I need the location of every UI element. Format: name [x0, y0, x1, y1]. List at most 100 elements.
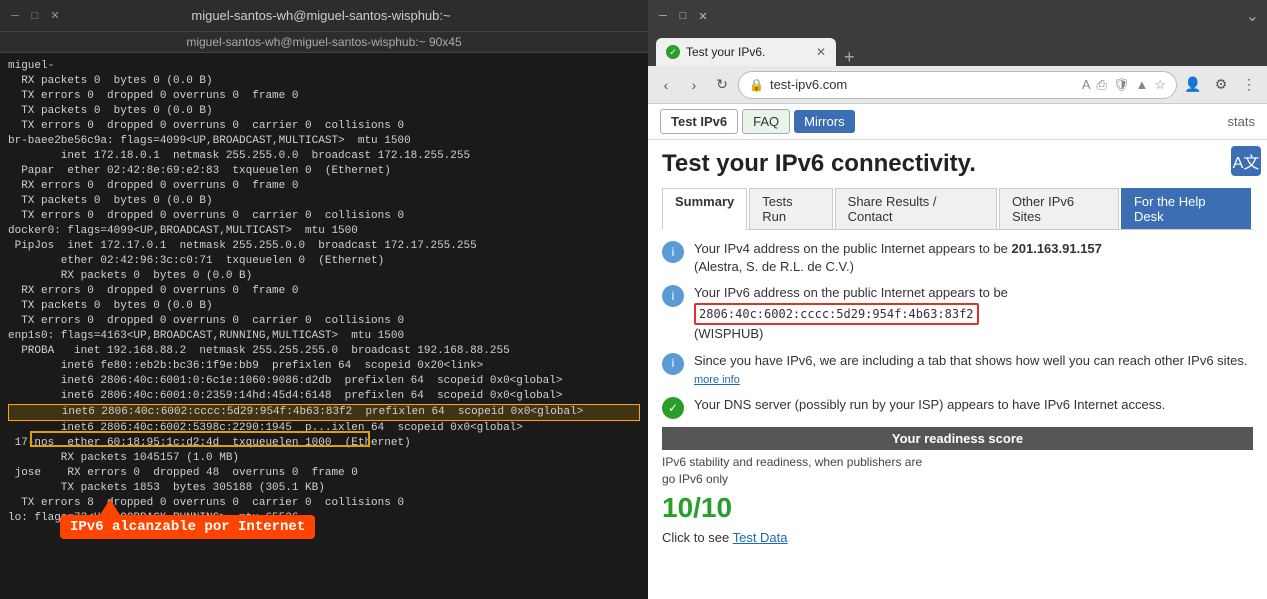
terminal-line: enp1s0: flags=4163<UP,BROADCAST,RUNNING,… [8, 329, 640, 344]
result-tabs: Summary Tests Run Share Results / Contac… [662, 188, 1253, 230]
terminal-body[interactable]: miguel- RX packets 0 bytes 0 (0.0 B) TX … [0, 53, 648, 599]
terminal-line: TX errors 0 dropped 0 overruns 0 carrier… [8, 119, 640, 134]
more-info-link[interactable]: more info [694, 374, 740, 386]
browser-panel: ─ □ ✕ ⌄ ✓ Test your IPv6. ✕ + ‹ › ↻ 🔒 te… [648, 0, 1267, 599]
terminal-line: TX packets 0 bytes 0 (0.0 B) [8, 194, 640, 209]
bookmark-icon[interactable]: ☆ [1154, 77, 1166, 93]
terminal-line: inet6 2806:40c:6001:0:2359:14hd:45d4:614… [8, 389, 640, 404]
site-nav-mirrors[interactable]: Mirrors [794, 110, 854, 133]
tab-tests-run[interactable]: Tests Run [749, 188, 832, 229]
browser-maximize-button[interactable]: □ [676, 9, 690, 23]
terminal-line: TX errors 8 dropped 0 overruns 0 carrier… [8, 496, 640, 511]
browser-titlebar: ─ □ ✕ ⌄ [648, 0, 1267, 32]
result-dns: ✓ Your DNS server (possibly run by your … [662, 396, 1253, 419]
check-icon-dns: ✓ [662, 397, 684, 419]
terminal-line: RX packets 1045157 (1.0 MB) [8, 451, 640, 466]
brave-shield-icon[interactable]: 🛡 [1113, 77, 1130, 93]
terminal-line: inet6 2806:40c:6002:5398c:2290:1945 p...… [8, 421, 640, 436]
result-ipv6: i Your IPv6 address on the public Intern… [662, 284, 1253, 343]
test-data-label: Click to see [662, 530, 729, 545]
terminal-subtitle: miguel-santos-wh@miguel-santos-wisphub:~… [0, 32, 648, 53]
terminal-title: miguel-santos-wh@miguel-santos-wisphub:~ [62, 8, 580, 23]
site-nav-stats[interactable]: stats [1228, 114, 1255, 129]
reload-button[interactable]: ↻ [710, 73, 734, 97]
terminal-maximize-button[interactable]: □ [28, 9, 42, 23]
menu-icon[interactable]: ⋮ [1237, 73, 1261, 97]
dns-text: Your DNS server (possibly run by your IS… [694, 396, 1253, 414]
browser-toolbar: ‹ › ↻ 🔒 test-ipv6.com A ⎙ 🛡 ▲ ☆ 👤 ⚙ ⋮ [648, 66, 1267, 104]
terminal-line: TX errors 0 dropped 0 overruns 0 frame 0 [8, 89, 640, 104]
terminal-titlebar: ─ □ ✕ miguel-santos-wh@miguel-santos-wis… [0, 0, 648, 32]
active-tab[interactable]: ✓ Test your IPv6. ✕ [656, 38, 836, 66]
extensions-icon[interactable]: ⚙ [1209, 73, 1233, 97]
translate-addr-icon[interactable]: A [1082, 77, 1091, 92]
back-button[interactable]: ‹ [654, 73, 678, 97]
terminal-panel: ─ □ ✕ miguel-santos-wh@miguel-santos-wis… [0, 0, 648, 599]
toolbar-right: 👤 ⚙ ⋮ [1181, 73, 1261, 97]
new-tab-button[interactable]: + [844, 48, 855, 66]
terminal-close-button[interactable]: ✕ [48, 9, 62, 23]
terminal-line: inet 127.0.0.1 netmask 255.0.0.0 [8, 526, 640, 541]
terminal-line: PROBA inet 192.168.88.2 netmask 255.255.… [8, 344, 640, 359]
result-ipv4: i Your IPv4 address on the public Intern… [662, 240, 1253, 276]
site-navigation: Test IPv6 FAQ Mirrors stats [648, 104, 1267, 140]
site-nav-faq[interactable]: FAQ [742, 109, 790, 134]
tab-summary[interactable]: Summary [662, 188, 747, 230]
tab-other-sites[interactable]: Other IPv6 Sites [999, 188, 1119, 229]
terminal-line: inet6 2806:40c:6002:cccc:5d29:954f:4b63:… [8, 404, 640, 421]
browser-window-controls: ─ □ ✕ [656, 9, 710, 23]
terminal-line: 17-nos ether 60:18:95:1c:d2:4d txqueuele… [8, 436, 640, 451]
tab-bar: ✓ Test your IPv6. ✕ + [648, 32, 1267, 66]
share-icon[interactable]: ⎙ [1097, 77, 1107, 93]
terminal-line: TX packets 1853 bytes 305188 (305.1 KB) [8, 481, 640, 496]
terminal-line: TX errors 0 dropped 0 overruns 0 carrier… [8, 209, 640, 224]
terminal-line: RX packets 0 bytes 0 (0.0 B) [8, 74, 640, 89]
translate-icon[interactable]: A文 [1231, 146, 1261, 176]
terminal-line: TX errors 0 dropped 0 overruns 0 carrier… [8, 314, 640, 329]
browser-close-button[interactable]: ✕ [696, 9, 710, 23]
terminal-line: inet6 2806:40c:6001:0:6c1e:1060:9086:d2d… [8, 374, 640, 389]
info-icon-ipv4: i [662, 241, 684, 263]
security-icon: 🔒 [749, 78, 764, 92]
result-ipv6-sites: i Since you have IPv6, we are including … [662, 352, 1253, 389]
terminal-line: miguel- [8, 59, 640, 74]
browser-tab-extras: ⌄ [1246, 6, 1259, 26]
terminal-line: jose RX errors 0 dropped 48 overruns 0 f… [8, 466, 640, 481]
info-icon-ipv6: i [662, 285, 684, 307]
profile-icon[interactable]: 👤 [1181, 73, 1205, 97]
browser-minimize-button[interactable]: ─ [656, 9, 670, 23]
ipv6-text: Your IPv6 address on the public Internet… [694, 284, 1253, 343]
terminal-line: lo: flags=73<UP,LOOPBACK,RUNNING> mtu 65… [8, 511, 640, 526]
tab-close-button[interactable]: ✕ [816, 45, 826, 59]
page-body: A文 Test your IPv6 connectivity. Summary … [648, 140, 1267, 599]
ipv6-address: 2806:40c:6002:cccc:5d29:954f:4b63:83f2 [694, 303, 979, 326]
terminal-line: TX packets 0 bytes 0 (0.0 B) [8, 104, 640, 119]
info-icon-sites: i [662, 353, 684, 375]
page-title: Test your IPv6 connectivity. [662, 150, 1253, 178]
terminal-line: Papar ether 02:42:8e:69:e2:83 txqueuelen… [8, 164, 640, 179]
readiness-score: 10/10 [662, 492, 1253, 524]
tab-help-desk[interactable]: For the Help Desk [1121, 188, 1251, 229]
terminal-minimize-button[interactable]: ─ [8, 9, 22, 23]
terminal-line: RX packets 0 bytes 0 (0.0 B) [8, 269, 640, 284]
test-data-link[interactable]: Test Data [733, 530, 788, 545]
tab-favicon-icon: ✓ [666, 45, 680, 59]
terminal-line: docker0: flags=4099<UP,BROADCAST,MULTICA… [8, 224, 640, 239]
forward-button[interactable]: › [682, 73, 706, 97]
site-nav-test-ipv6[interactable]: Test IPv6 [660, 109, 738, 134]
terminal-line: br-baee2be56c9a: flags=4099<UP,BROADCAST… [8, 134, 640, 149]
readiness-description: IPv6 stability and readiness, when publi… [662, 454, 1253, 488]
tab-list-button[interactable]: ⌄ [1246, 6, 1259, 26]
brave-rewards-icon[interactable]: ▲ [1135, 77, 1148, 92]
test-data-section: Click to see Test Data [662, 530, 1253, 545]
terminal-window-controls: ─ □ ✕ [8, 9, 62, 23]
browser-content: Test IPv6 FAQ Mirrors stats A文 Test your… [648, 104, 1267, 599]
address-text: test-ipv6.com [770, 77, 1076, 92]
address-bar[interactable]: 🔒 test-ipv6.com A ⎙ 🛡 ▲ ☆ [738, 71, 1177, 99]
terminal-line: RX errors 0 dropped 0 overruns 0 frame 0 [8, 179, 640, 194]
terminal-line: inet6 fe80::eb2b:bc36:1f9e:bb9 prefixlen… [8, 359, 640, 374]
terminal-line: ether 02:42:96:3c:c0:71 txqueuelen 0 (Et… [8, 254, 640, 269]
ipv6-sites-text: Since you have IPv6, we are including a … [694, 352, 1253, 389]
tab-share[interactable]: Share Results / Contact [835, 188, 997, 229]
terminal-line: RX errors 0 dropped 0 overruns 0 frame 0 [8, 284, 640, 299]
